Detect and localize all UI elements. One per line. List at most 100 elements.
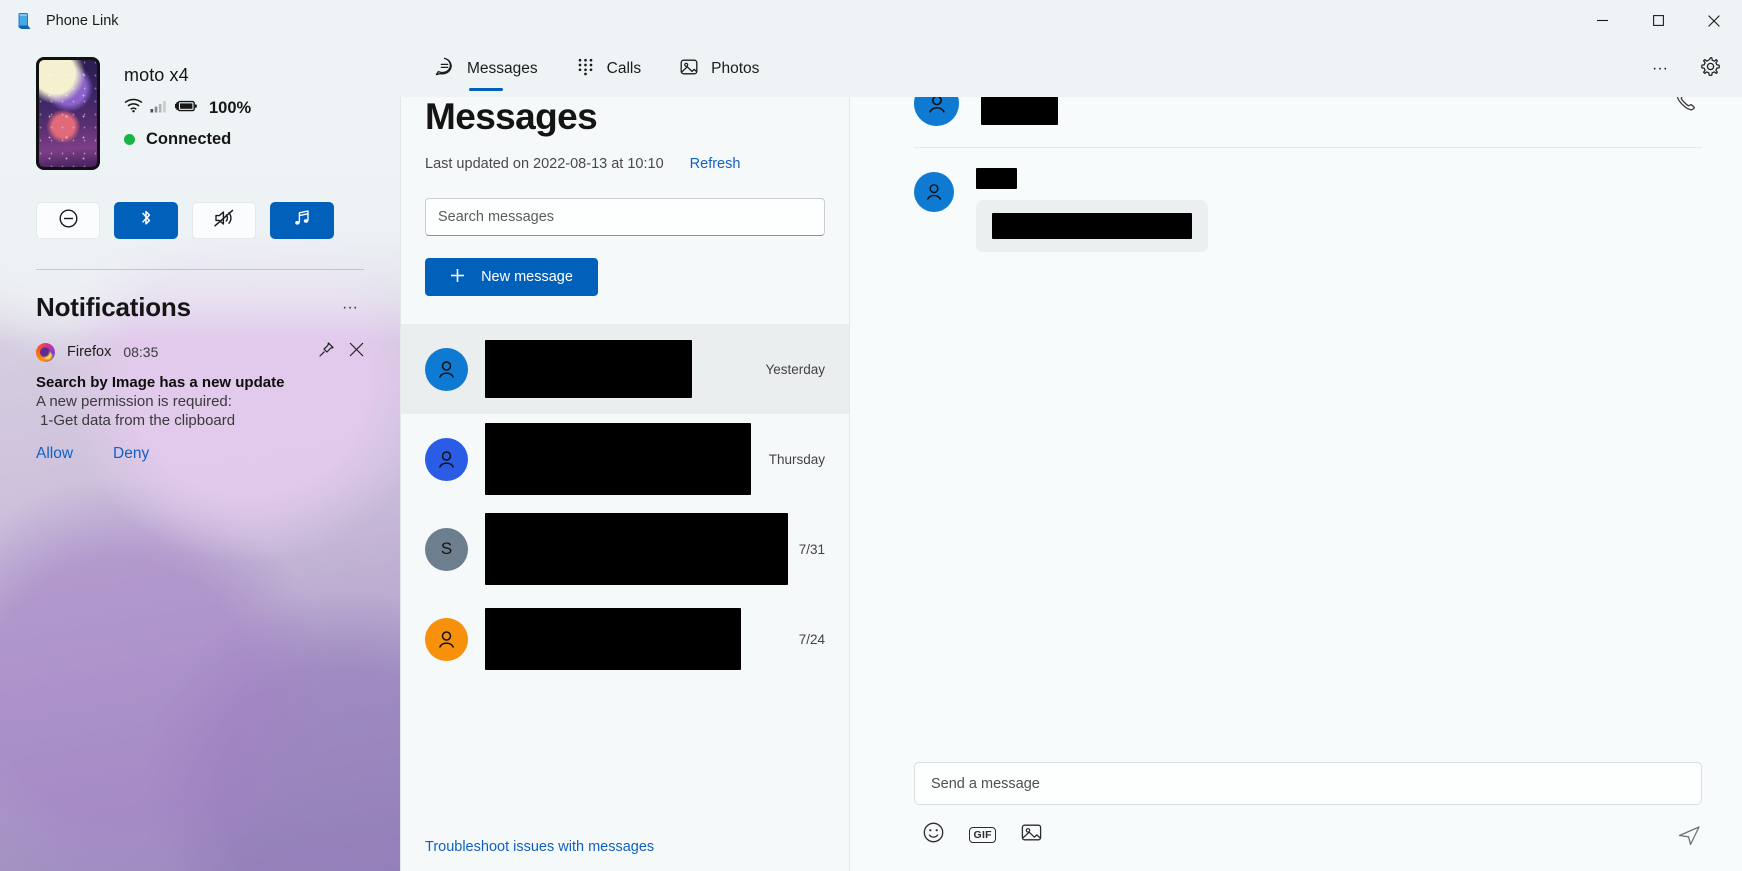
avatar-initial: S <box>440 539 453 558</box>
notifications-title: Notifications <box>36 292 191 322</box>
notification-line-2: 1-Get data from the clipboard <box>40 412 236 429</box>
refresh-link[interactable]: Refresh <box>690 156 741 172</box>
search-input[interactable] <box>425 198 825 236</box>
tab-photos-label: Photos <box>711 60 760 77</box>
person-icon <box>438 360 455 378</box>
avatar <box>914 172 954 212</box>
notifications-more-button[interactable]: ··· <box>336 294 364 322</box>
bluetooth-icon <box>136 208 156 233</box>
title-bar-left: Phone Link <box>0 11 119 31</box>
deny-button[interactable]: Deny <box>113 445 149 463</box>
conversation-timestamp: 7/24 <box>798 631 825 647</box>
last-updated-row: Last updated on 2022-08-13 at 10:10 Refr… <box>425 156 825 172</box>
conversation-row-3[interactable]: S 7/31 <box>401 504 849 594</box>
notification-time: 08:35 <box>123 344 159 360</box>
notification-line-1: A new permission is required: <box>36 393 232 410</box>
connection-status-label: Connected <box>146 130 232 148</box>
allow-button[interactable]: Allow <box>36 445 73 463</box>
title-bar: Phone Link <box>0 0 1742 41</box>
message-group <box>850 148 1742 252</box>
send-button[interactable] <box>1677 823 1702 848</box>
close-button[interactable] <box>1686 0 1742 41</box>
message-bubble[interactable] <box>976 200 1208 252</box>
tab-photos[interactable]: Photos <box>667 41 771 97</box>
pin-icon[interactable] <box>318 341 335 363</box>
close-icon[interactable] <box>349 342 364 362</box>
conversation-row-2[interactable]: Thursday <box>401 414 849 504</box>
settings-button[interactable] <box>1692 51 1728 87</box>
maximize-button[interactable] <box>1630 0 1686 41</box>
phone-link-icon <box>14 11 34 31</box>
device-sidebar: moto x4 100% Connected Notifications ···… <box>0 41 400 871</box>
notification-item[interactable]: Firefox 08:35 Search by Image has a new … <box>36 341 364 463</box>
image-icon[interactable] <box>1020 821 1043 849</box>
notification-actions: Allow Deny <box>36 445 364 463</box>
avatar <box>425 347 468 391</box>
connection-status: Connected <box>124 130 251 149</box>
notification-header: Firefox 08:35 <box>36 341 364 363</box>
person-icon <box>926 184 942 200</box>
last-updated-label: Last updated on 2022-08-13 at 10:10 <box>425 156 664 172</box>
notification-title: Search by Image has a new update <box>36 374 285 391</box>
conversation-preview <box>485 423 752 495</box>
conversation-timestamp: 7/31 <box>798 541 825 557</box>
tab-calls[interactable]: Calls <box>564 41 653 97</box>
redacted-content <box>485 340 692 398</box>
phone-wallpaper-stars <box>39 60 97 167</box>
notification-header-actions <box>318 341 364 363</box>
volume-mute-button[interactable] <box>192 202 256 239</box>
person-icon <box>438 630 455 648</box>
device-card: moto x4 100% Connected <box>36 41 364 170</box>
device-name: moto x4 <box>124 65 189 85</box>
do-not-disturb-button[interactable] <box>36 202 100 239</box>
bluetooth-button[interactable] <box>114 202 178 239</box>
gif-icon[interactable]: GIF <box>969 827 997 843</box>
battery-percent: 100% <box>209 98 252 117</box>
message-column <box>976 168 1208 252</box>
plus-icon <box>450 268 465 287</box>
search-wrapper <box>425 198 825 236</box>
sidebar-divider <box>36 269 364 270</box>
emoji-icon[interactable] <box>922 821 945 849</box>
phone-link-window: Phone Link moto x4 100% Connected Notifi… <box>0 0 1742 871</box>
top-navigation: Messages Calls Photos ··· <box>400 41 1742 97</box>
avatar <box>425 617 468 661</box>
conversation-row-1[interactable]: Yesterday <box>401 324 849 414</box>
volume-mute-icon <box>213 208 236 233</box>
new-message-button[interactable]: New message <box>425 258 598 296</box>
status-dot <box>124 134 135 145</box>
tab-messages-label: Messages <box>467 60 538 77</box>
conversation-preview <box>485 608 782 670</box>
do-not-disturb-icon <box>58 208 79 234</box>
photo-icon <box>679 57 699 82</box>
device-status-icons: 100% <box>124 98 251 118</box>
gear-icon <box>1700 56 1721 82</box>
conversation-preview <box>485 340 748 398</box>
avatar <box>425 437 468 481</box>
window-body: moto x4 100% Connected Notifications ···… <box>0 41 1742 871</box>
tab-active-indicator <box>468 88 503 91</box>
minimize-button[interactable] <box>1574 0 1630 41</box>
window-controls <box>1574 0 1742 41</box>
conversation-preview <box>485 513 788 585</box>
new-message-label: New message <box>481 269 573 285</box>
redacted-content <box>485 608 741 670</box>
notifications-header: Notifications ··· <box>36 292 364 323</box>
redacted-sender-name <box>976 168 1017 189</box>
notification-app-name: Firefox <box>67 344 112 360</box>
conversation-row-4[interactable]: 7/24 <box>401 594 849 684</box>
message-bubble-icon <box>434 56 455 82</box>
message-input[interactable] <box>931 775 1685 792</box>
redacted-content <box>485 513 788 585</box>
top-navigation-right: ··· <box>1642 51 1728 87</box>
firefox-icon <box>36 342 55 362</box>
avatar: S <box>425 527 468 571</box>
music-button[interactable] <box>270 202 334 239</box>
quick-actions <box>36 202 364 239</box>
app-title: Phone Link <box>46 12 119 29</box>
dialpad-icon <box>576 57 595 81</box>
tab-messages[interactable]: Messages <box>422 41 550 97</box>
troubleshoot-link[interactable]: Troubleshoot issues with messages <box>401 839 849 855</box>
compose-box[interactable] <box>914 762 1702 805</box>
more-options-button[interactable]: ··· <box>1642 51 1678 87</box>
